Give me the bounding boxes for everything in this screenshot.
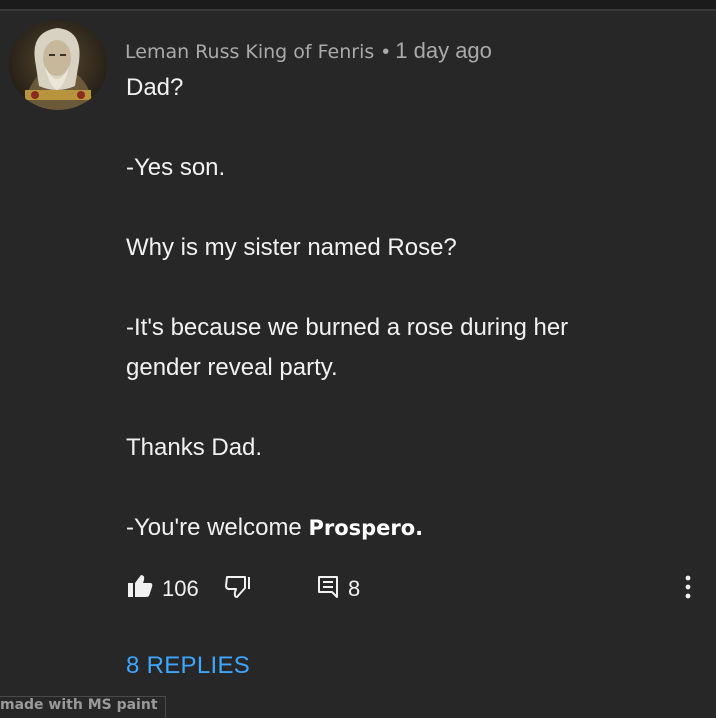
more-vertical-icon[interactable] [676, 575, 700, 606]
comment-line: -Yes son. [126, 154, 226, 181]
comment-line: Dad? [126, 74, 184, 101]
comment-last-line: -You're welcome Prospero. [126, 514, 423, 542]
comment-icon[interactable] [317, 574, 339, 603]
comment-timestamp[interactable]: 1 day ago [395, 38, 492, 64]
view-replies-button[interactable]: 8 REPLIES [126, 652, 250, 680]
reply-action: 8 [317, 574, 360, 603]
more-options-button[interactable] [676, 572, 700, 602]
comment-line: Thanks Dad. [126, 434, 263, 461]
pasted-name-text: Prospero. [308, 516, 424, 540]
comment-line: Why is my sister named Rose? [126, 234, 457, 261]
dislike-button[interactable] [225, 575, 251, 604]
comment-screenshot: Leman Russ King of Fenris • 1 day ago Da… [0, 0, 716, 718]
separator-dot: • [382, 41, 390, 63]
comment-line-text: -You're welcome [126, 514, 309, 541]
thumbs-up-icon[interactable] [127, 574, 153, 603]
avatar[interactable] [9, 20, 107, 110]
like-count: 106 [162, 575, 199, 601]
author-name[interactable]: Leman Russ King of Fenris [125, 41, 374, 63]
comment-line: -It's because we burned a rose during he… [126, 314, 569, 341]
watermark-text: made with MS paint [0, 697, 158, 713]
comment-header: Leman Russ King of Fenris • 1 day ago [125, 38, 492, 64]
divider-line [0, 9, 716, 11]
comment-line: gender reveal party. [126, 354, 338, 381]
thumbs-down-icon[interactable] [225, 575, 251, 604]
reply-count: 8 [348, 575, 361, 601]
like-action: 106 [127, 574, 199, 603]
